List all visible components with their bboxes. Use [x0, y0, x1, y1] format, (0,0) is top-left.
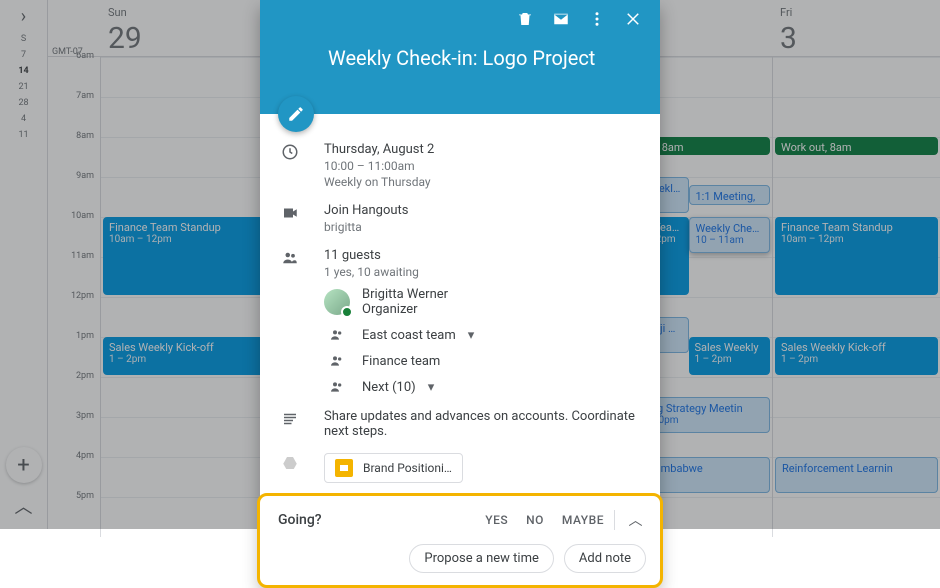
- propose-new-time-button[interactable]: Propose a new time: [409, 544, 554, 573]
- group-icon: [324, 379, 350, 395]
- organizer-role: Organizer: [362, 302, 448, 317]
- attachment[interactable]: Brand Positioni…: [324, 453, 463, 483]
- rsvp-yes-button[interactable]: YES: [485, 513, 508, 527]
- event-date: Thursday, August 2: [324, 142, 644, 157]
- chevron-down-icon: ▾: [428, 380, 435, 395]
- guest-group[interactable]: Finance team: [324, 353, 644, 369]
- status-badge-accepted: [341, 306, 353, 318]
- event-time: 10:00 – 11:00am: [324, 159, 644, 173]
- organizer-name: Brigitta Werner: [362, 287, 448, 302]
- mail-icon[interactable]: [552, 10, 570, 28]
- hangout-owner: brigitta: [324, 220, 644, 234]
- event-title: Weekly Check-in: Logo Project: [274, 36, 646, 70]
- group-icon: [324, 353, 350, 369]
- video-icon: [276, 203, 304, 222]
- join-hangouts-link[interactable]: Join Hangouts: [324, 203, 644, 218]
- rsvp-no-button[interactable]: NO: [526, 513, 544, 527]
- chevron-down-icon: ▾: [468, 328, 475, 343]
- organizer-row[interactable]: Brigitta Werner Organizer: [324, 287, 644, 317]
- trash-icon[interactable]: [516, 10, 534, 28]
- slides-icon: [335, 459, 353, 477]
- attachment-name: Brand Positioni…: [363, 461, 452, 475]
- guest-group[interactable]: East coast team ▾: [324, 327, 644, 343]
- description-icon: [276, 409, 304, 428]
- chevron-up-icon[interactable]: ︿: [614, 510, 642, 530]
- close-icon[interactable]: [624, 10, 642, 28]
- rsvp-section: Going? YES NO MAYBE ︿ Propose a new time…: [257, 493, 663, 588]
- guest-status: 1 yes, 10 awaiting: [324, 265, 644, 279]
- rsvp-maybe-button[interactable]: MAYBE: [562, 513, 604, 527]
- event-detail-panel: Weekly Check-in: Logo Project Thursday, …: [260, 0, 660, 585]
- event-description: Share updates and advances on accounts. …: [324, 409, 644, 439]
- drive-icon: [276, 453, 304, 472]
- rsvp-question: Going?: [278, 512, 485, 528]
- guest-count[interactable]: 11 guests: [324, 248, 644, 263]
- group-label: Finance team: [362, 354, 440, 369]
- add-note-button[interactable]: Add note: [564, 544, 646, 573]
- group-label: East coast team: [362, 328, 456, 343]
- avatar: [324, 289, 350, 315]
- group-label: Next (10): [362, 380, 416, 395]
- event-recurrence: Weekly on Thursday: [324, 175, 644, 189]
- people-icon: [276, 248, 304, 267]
- clock-icon: [276, 142, 304, 161]
- guest-group[interactable]: Next (10) ▾: [324, 379, 644, 395]
- group-icon: [324, 327, 350, 343]
- more-icon[interactable]: [588, 10, 606, 28]
- edit-button[interactable]: [278, 96, 314, 132]
